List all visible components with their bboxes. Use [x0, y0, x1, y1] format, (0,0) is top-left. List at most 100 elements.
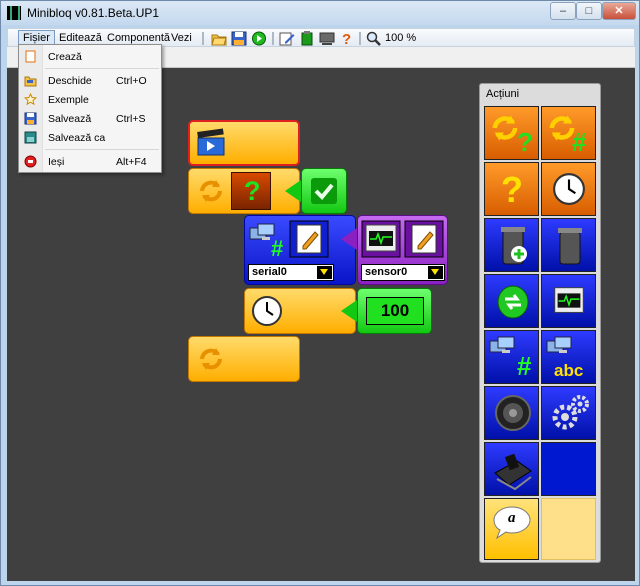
menu-item-label: Exemple [48, 94, 89, 106]
delay-value[interactable]: 100 [366, 297, 424, 325]
gears-icon [552, 395, 589, 430]
menu-item-label: Salvează [48, 113, 92, 125]
serial-port-value: serial0 [252, 266, 287, 278]
save-icon[interactable] [231, 31, 247, 46]
action-set-variable[interactable] [541, 218, 596, 272]
window-title: Minibloq v0.81.Beta.UP1 [27, 6, 160, 20]
menu-item-create[interactable]: Crează [19, 48, 161, 66]
question-icon: ? [244, 176, 261, 206]
speaker-icon [495, 395, 531, 431]
menu-item-save-as[interactable]: Salvează ca [19, 129, 161, 147]
oscilloscope-icon [361, 220, 401, 258]
exit-icon [24, 155, 37, 168]
action-speaker[interactable] [484, 386, 539, 440]
action-empty-slot [541, 498, 596, 560]
abc-icon: abc [554, 361, 584, 380]
menu-item-shortcut: Ctrl+O [116, 75, 147, 87]
alpha-icon: a [508, 510, 516, 526]
hash-icon: # [271, 236, 284, 261]
menu-item-shortcut: Alt+F4 [116, 156, 147, 168]
menu-item-examples[interactable]: Exemple [19, 91, 161, 109]
action-motor-driver[interactable] [484, 442, 539, 496]
question-icon: ? [501, 169, 523, 210]
notepad-icon [289, 220, 329, 258]
connector-arrow [341, 228, 357, 250]
edit-icon[interactable] [279, 31, 295, 46]
start-block[interactable] [188, 120, 300, 166]
action-repeat-loop[interactable]: # [541, 106, 596, 160]
true-block[interactable] [301, 168, 347, 214]
close-button[interactable]: ✕ [602, 2, 636, 20]
action-serial-number[interactable]: # [484, 330, 539, 384]
run-icon[interactable] [251, 31, 267, 46]
star-icon [24, 93, 37, 106]
trash-can-icon [558, 228, 582, 265]
dropdown-arrow-icon[interactable] [317, 266, 332, 279]
delay-block[interactable] [244, 288, 356, 334]
action-motor[interactable] [484, 274, 539, 328]
menu-item-exit[interactable]: Ieși Alt+F4 [19, 153, 161, 171]
toolbar-separator [272, 32, 274, 45]
loop-icon [200, 348, 222, 370]
toolbar-separator [202, 32, 204, 45]
new-file-icon [25, 50, 36, 63]
oscilloscope-icon [554, 287, 584, 313]
condition-slot: ? [231, 172, 271, 210]
file-menu-dropdown: Crează Deschide Ctrl+O Exemple Salvează … [18, 44, 162, 173]
title-bar: Minibloq v0.81.Beta.UP1 – □ ✕ [1, 1, 639, 25]
connector-arrow [341, 300, 357, 322]
action-serial-text[interactable]: abc [541, 330, 596, 384]
menu-item-label: Crează [48, 51, 82, 63]
open-folder-icon[interactable] [211, 31, 227, 46]
menu-separator [45, 149, 159, 150]
actions-panel-title: Acțiuni [486, 88, 520, 100]
menu-item-shortcut: Ctrl+S [116, 113, 146, 125]
action-comment[interactable]: a [484, 498, 539, 560]
menu-item-save[interactable]: Salvează Ctrl+S [19, 110, 161, 128]
menu-view[interactable]: Vezi [167, 31, 196, 46]
menu-file[interactable]: Fișier [18, 30, 55, 45]
serial-write-block[interactable]: # serial0 [244, 215, 356, 285]
app-window: Minibloq v0.81.Beta.UP1 – □ ✕ Fișier Edi… [0, 0, 640, 586]
menu-separator [45, 68, 159, 69]
clapperboard-icon [197, 128, 225, 156]
number-block[interactable]: 100 [357, 288, 432, 334]
zoom-icon[interactable] [366, 31, 382, 46]
action-if[interactable]: ? [484, 162, 539, 216]
serial-port-select[interactable]: serial0 [248, 264, 334, 281]
maximize-button[interactable]: □ [576, 2, 602, 20]
app-logo-icon [7, 6, 21, 20]
hash-icon: # [517, 351, 532, 381]
svg-text:?: ? [342, 31, 351, 46]
trash-can-add-icon [501, 227, 527, 265]
menu-item-label: Deschide [48, 75, 92, 87]
connector-arrow [285, 180, 301, 202]
loop-end-block[interactable] [188, 336, 300, 382]
clock-icon [553, 173, 585, 205]
menu-item-open[interactable]: Deschide Ctrl+O [19, 72, 161, 90]
board-icon[interactable] [319, 31, 335, 46]
action-read-sensor[interactable] [541, 274, 596, 328]
action-servo[interactable] [541, 386, 596, 440]
actions-panel: Acțiuni ? # ? # abc a [479, 83, 601, 563]
sensor-value: sensor0 [365, 266, 408, 278]
dropdown-arrow-icon[interactable] [428, 266, 443, 279]
clock-icon [252, 296, 282, 326]
sensor-select[interactable]: sensor0 [361, 264, 445, 281]
while-block[interactable]: ? [188, 168, 300, 214]
action-create-variable[interactable] [484, 218, 539, 272]
help-icon[interactable]: ? [339, 31, 355, 46]
sensor-block[interactable]: sensor0 [357, 215, 448, 285]
menu-item-label: Salvează ca [48, 132, 106, 144]
motor-arrows-icon [497, 285, 529, 319]
toolbar-separator [359, 32, 361, 45]
motor-icon [494, 453, 532, 491]
checkmark-icon [311, 178, 337, 204]
action-delay[interactable] [541, 162, 596, 216]
action-while-loop[interactable]: ? [484, 106, 539, 160]
hash-icon: # [572, 127, 587, 157]
minimize-button[interactable]: – [550, 2, 576, 20]
open-folder-icon [24, 76, 37, 87]
component-icon[interactable] [299, 31, 315, 46]
save-icon [24, 112, 37, 125]
